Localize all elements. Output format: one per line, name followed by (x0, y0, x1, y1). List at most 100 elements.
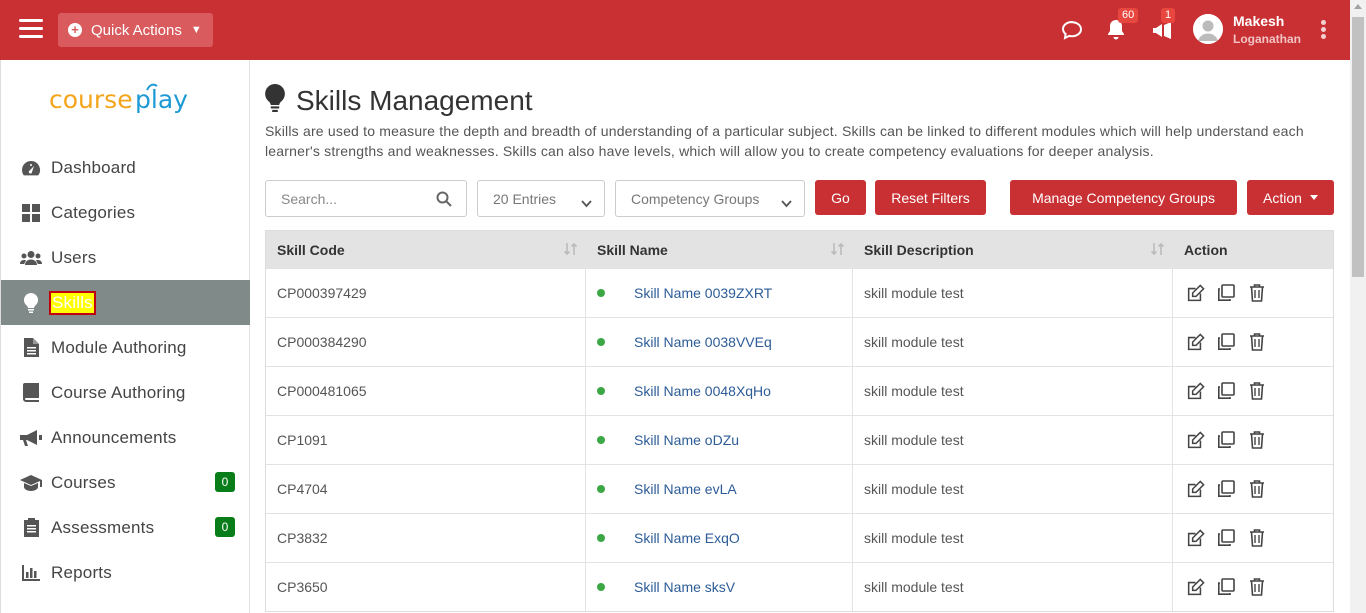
skill-code: CP000397429 (277, 285, 367, 301)
action-dropdown-button[interactable]: Action (1247, 180, 1334, 215)
sidebar-item-module-authoring[interactable]: Module Authoring (1, 325, 250, 370)
skill-description: skill module test (864, 481, 964, 497)
megaphone-icon (20, 428, 42, 448)
edit-icon[interactable] (1184, 527, 1206, 549)
user-first-name[interactable]: Makesh (1233, 13, 1284, 29)
lightbulb-icon (264, 83, 286, 117)
copy-icon[interactable] (1215, 282, 1237, 304)
notification-count-badge: 60 (1118, 8, 1139, 23)
sidebar-item-course-authoring[interactable]: Course Authoring (1, 370, 250, 415)
trash-icon[interactable] (1246, 380, 1268, 402)
sort-icon[interactable] (830, 242, 845, 259)
trash-icon[interactable] (1246, 478, 1268, 500)
lightbulb-icon (20, 292, 42, 313)
sidebar-item-label: Course Authoring (51, 382, 186, 402)
skill-name-link[interactable]: Skill Name 0039ZXRT (634, 285, 772, 301)
edit-icon[interactable] (1184, 282, 1206, 304)
search-input[interactable]: Search... (265, 180, 467, 217)
edit-icon[interactable] (1184, 576, 1206, 598)
copy-icon[interactable] (1215, 331, 1237, 353)
sort-icon[interactable] (563, 242, 578, 259)
hamburger-menu-icon[interactable] (19, 19, 43, 39)
scroll-up-arrow-icon[interactable] (1354, 4, 1362, 9)
skill-name-link[interactable]: Skill Name evLA (634, 481, 737, 497)
sidebar-item-announcements[interactable]: Announcements (1, 415, 250, 460)
skill-name-link[interactable]: Skill Name ExqO (634, 530, 740, 546)
sidebar-item-users[interactable]: Users (1, 235, 250, 280)
copy-icon[interactable] (1215, 478, 1237, 500)
skill-name-link[interactable]: Skill Name 0048XqHo (634, 383, 771, 399)
sidebar-item-skills[interactable]: Skills (1, 280, 250, 325)
status-dot (597, 289, 605, 297)
skill-description: skill module test (864, 530, 964, 546)
chat-icon[interactable] (1060, 18, 1084, 42)
skill-code: CP3650 (277, 579, 328, 595)
edit-icon[interactable] (1184, 429, 1206, 451)
sidebar-item-courses[interactable]: Courses 0 (1, 460, 250, 505)
sidebar-item-label: Module Authoring (51, 337, 187, 357)
sidebar-item-reports[interactable]: Reports (1, 550, 250, 595)
search-icon[interactable] (436, 191, 452, 210)
manage-competency-groups-button[interactable]: Manage Competency Groups (1010, 180, 1237, 215)
quick-actions-button[interactable]: + Quick Actions ▼ (58, 13, 213, 47)
column-skill-code[interactable]: Skill Code (266, 231, 586, 268)
status-dot (597, 583, 605, 591)
more-vertical-icon[interactable] (1321, 20, 1329, 40)
sort-icon[interactable] (1150, 242, 1165, 259)
sidebar-item-label: Assessments (51, 517, 155, 537)
skill-name-link[interactable]: Skill Name sksV (634, 579, 735, 595)
sidebar-item-categories[interactable]: Categories (1, 190, 250, 235)
trash-icon[interactable] (1246, 527, 1268, 549)
bell-icon[interactable]: 60 (1105, 8, 1139, 42)
sidebar-item-dashboard[interactable]: Dashboard (1, 145, 250, 190)
column-skill-description[interactable]: Skill Description (853, 231, 1173, 268)
sidebar-item-assessments[interactable]: Assessments 0 (1, 505, 250, 550)
skill-description-cell: skill module test (853, 367, 1173, 415)
trash-icon[interactable] (1246, 282, 1268, 304)
courseplay-logo[interactable]: course play (49, 78, 209, 130)
copy-icon[interactable] (1215, 576, 1237, 598)
edit-icon[interactable] (1184, 331, 1206, 353)
megaphone-icon[interactable]: 1 (1150, 8, 1176, 42)
trash-icon[interactable] (1246, 331, 1268, 353)
plus-circle-icon: + (68, 23, 82, 37)
user-last-name[interactable]: Loganathan (1233, 32, 1301, 46)
skill-code-cell: CP000384290 (266, 318, 586, 366)
action-cell (1173, 416, 1333, 464)
sidebar-item-label: Courses (51, 472, 116, 492)
action-cell (1173, 514, 1333, 562)
sidebar-item-label: Dashboard (51, 157, 136, 177)
edit-icon[interactable] (1184, 380, 1206, 402)
skill-code: CP3832 (277, 530, 328, 546)
competency-groups-value: Competency Groups (631, 190, 760, 207)
column-header-label: Skill Code (277, 241, 345, 258)
go-button[interactable]: Go (815, 180, 866, 215)
competency-groups-select[interactable]: Competency Groups (615, 180, 805, 217)
skill-name-cell: Skill Name 0038VVEq (586, 318, 853, 366)
skill-code-cell: CP1091 (266, 416, 586, 464)
assessments-count-badge: 0 (215, 517, 235, 537)
column-skill-name[interactable]: Skill Name (586, 231, 853, 268)
column-action: Action (1173, 231, 1333, 268)
action-label: Action (1263, 189, 1302, 206)
skill-name-cell: Skill Name 0039ZXRT (586, 269, 853, 317)
copy-icon[interactable] (1215, 380, 1237, 402)
reset-filters-button[interactable]: Reset Filters (875, 180, 986, 215)
avatar[interactable] (1193, 14, 1223, 44)
skill-name-cell: Skill Name sksV (586, 563, 853, 611)
book-icon (20, 383, 42, 403)
page-scrollbar[interactable] (1350, 0, 1366, 613)
sidebar-item-label: Skills (49, 290, 96, 315)
edit-icon[interactable] (1184, 478, 1206, 500)
skill-name-link[interactable]: Skill Name 0038VVEq (634, 334, 772, 350)
skill-name-cell: Skill Name evLA (586, 465, 853, 513)
entries-select[interactable]: 20 Entries (477, 180, 605, 217)
skill-name-link[interactable]: Skill Name oDZu (634, 432, 739, 448)
trash-icon[interactable] (1246, 576, 1268, 598)
copy-icon[interactable] (1215, 429, 1237, 451)
scrollbar-thumb[interactable] (1352, 17, 1364, 277)
skill-description-cell: skill module test (853, 416, 1173, 464)
trash-icon[interactable] (1246, 429, 1268, 451)
skill-description-cell: skill module test (853, 514, 1173, 562)
copy-icon[interactable] (1215, 527, 1237, 549)
